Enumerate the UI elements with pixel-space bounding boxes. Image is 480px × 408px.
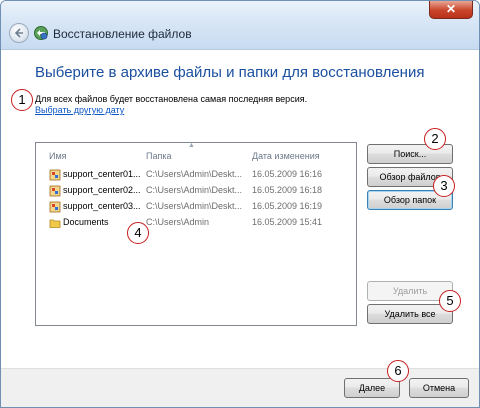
callout-marker-1: 1 bbox=[11, 89, 33, 111]
file-folder: C:\Users\Admin\Deskt... bbox=[146, 201, 243, 211]
file-date: 16.05.2009 16:19 bbox=[252, 201, 323, 211]
file-list[interactable]: ▲ Имя Папка Дата изменения support_cente… bbox=[35, 142, 357, 326]
file-archive-icon bbox=[49, 201, 61, 213]
window-title: Восстановление файлов bbox=[53, 27, 192, 41]
title-bar: Восстановление файлов ✕ bbox=[1, 1, 479, 50]
file-date: 16.05.2009 16:18 bbox=[252, 185, 323, 195]
file-folder: C:\Users\Admin bbox=[146, 217, 210, 227]
sort-arrow-icon: ▲ bbox=[188, 142, 195, 149]
restore-files-window: Восстановление файлов ✕ Выберите в архив… bbox=[0, 0, 480, 408]
page-heading: Выберите в архиве файлы и папки для восс… bbox=[35, 64, 425, 81]
callout-marker-4: 4 bbox=[127, 222, 149, 244]
column-header-date[interactable]: Дата изменения bbox=[252, 151, 320, 161]
next-button[interactable]: Далее bbox=[344, 378, 400, 398]
file-date: 16.05.2009 16:16 bbox=[252, 169, 323, 179]
file-archive-icon bbox=[49, 169, 61, 181]
back-button[interactable] bbox=[9, 23, 29, 43]
column-header-name[interactable]: Имя bbox=[49, 151, 67, 161]
close-icon: ✕ bbox=[445, 2, 457, 16]
file-folder: C:\Users\Admin\Deskt... bbox=[146, 169, 243, 179]
file-archive-icon bbox=[49, 185, 61, 197]
file-name: support_center02... bbox=[63, 185, 141, 195]
column-header-folder[interactable]: Папка bbox=[146, 151, 172, 161]
callout-marker-3: 3 bbox=[433, 175, 455, 197]
file-folder: C:\Users\Admin\Deskt... bbox=[146, 185, 243, 195]
list-item[interactable]: support_center01... C:\Users\Admin\Deskt… bbox=[36, 167, 356, 183]
file-date: 16.05.2009 15:41 bbox=[252, 217, 323, 227]
file-name: support_center03... bbox=[63, 201, 141, 211]
callout-marker-2: 2 bbox=[424, 128, 446, 150]
folder-name: Documents bbox=[63, 217, 109, 227]
cancel-button[interactable]: Отмена bbox=[409, 378, 469, 398]
info-text: Для всех файлов будет восстановлена сама… bbox=[35, 94, 308, 104]
file-name: support_center01... bbox=[63, 169, 141, 179]
callout-marker-5: 5 bbox=[439, 290, 461, 312]
list-item[interactable]: Documents C:\Users\Admin 16.05.2009 15:4… bbox=[36, 215, 356, 231]
close-button[interactable]: ✕ bbox=[429, 1, 473, 19]
callout-marker-6: 6 bbox=[387, 360, 409, 382]
list-item[interactable]: support_center02... C:\Users\Admin\Deskt… bbox=[36, 183, 356, 199]
back-arrow-icon bbox=[14, 28, 23, 38]
backup-restore-icon bbox=[34, 26, 48, 40]
choose-other-date-link[interactable]: Выбрать другую дату bbox=[35, 105, 124, 115]
folder-icon bbox=[49, 219, 61, 228]
list-item[interactable]: support_center03... C:\Users\Admin\Deskt… bbox=[36, 199, 356, 215]
